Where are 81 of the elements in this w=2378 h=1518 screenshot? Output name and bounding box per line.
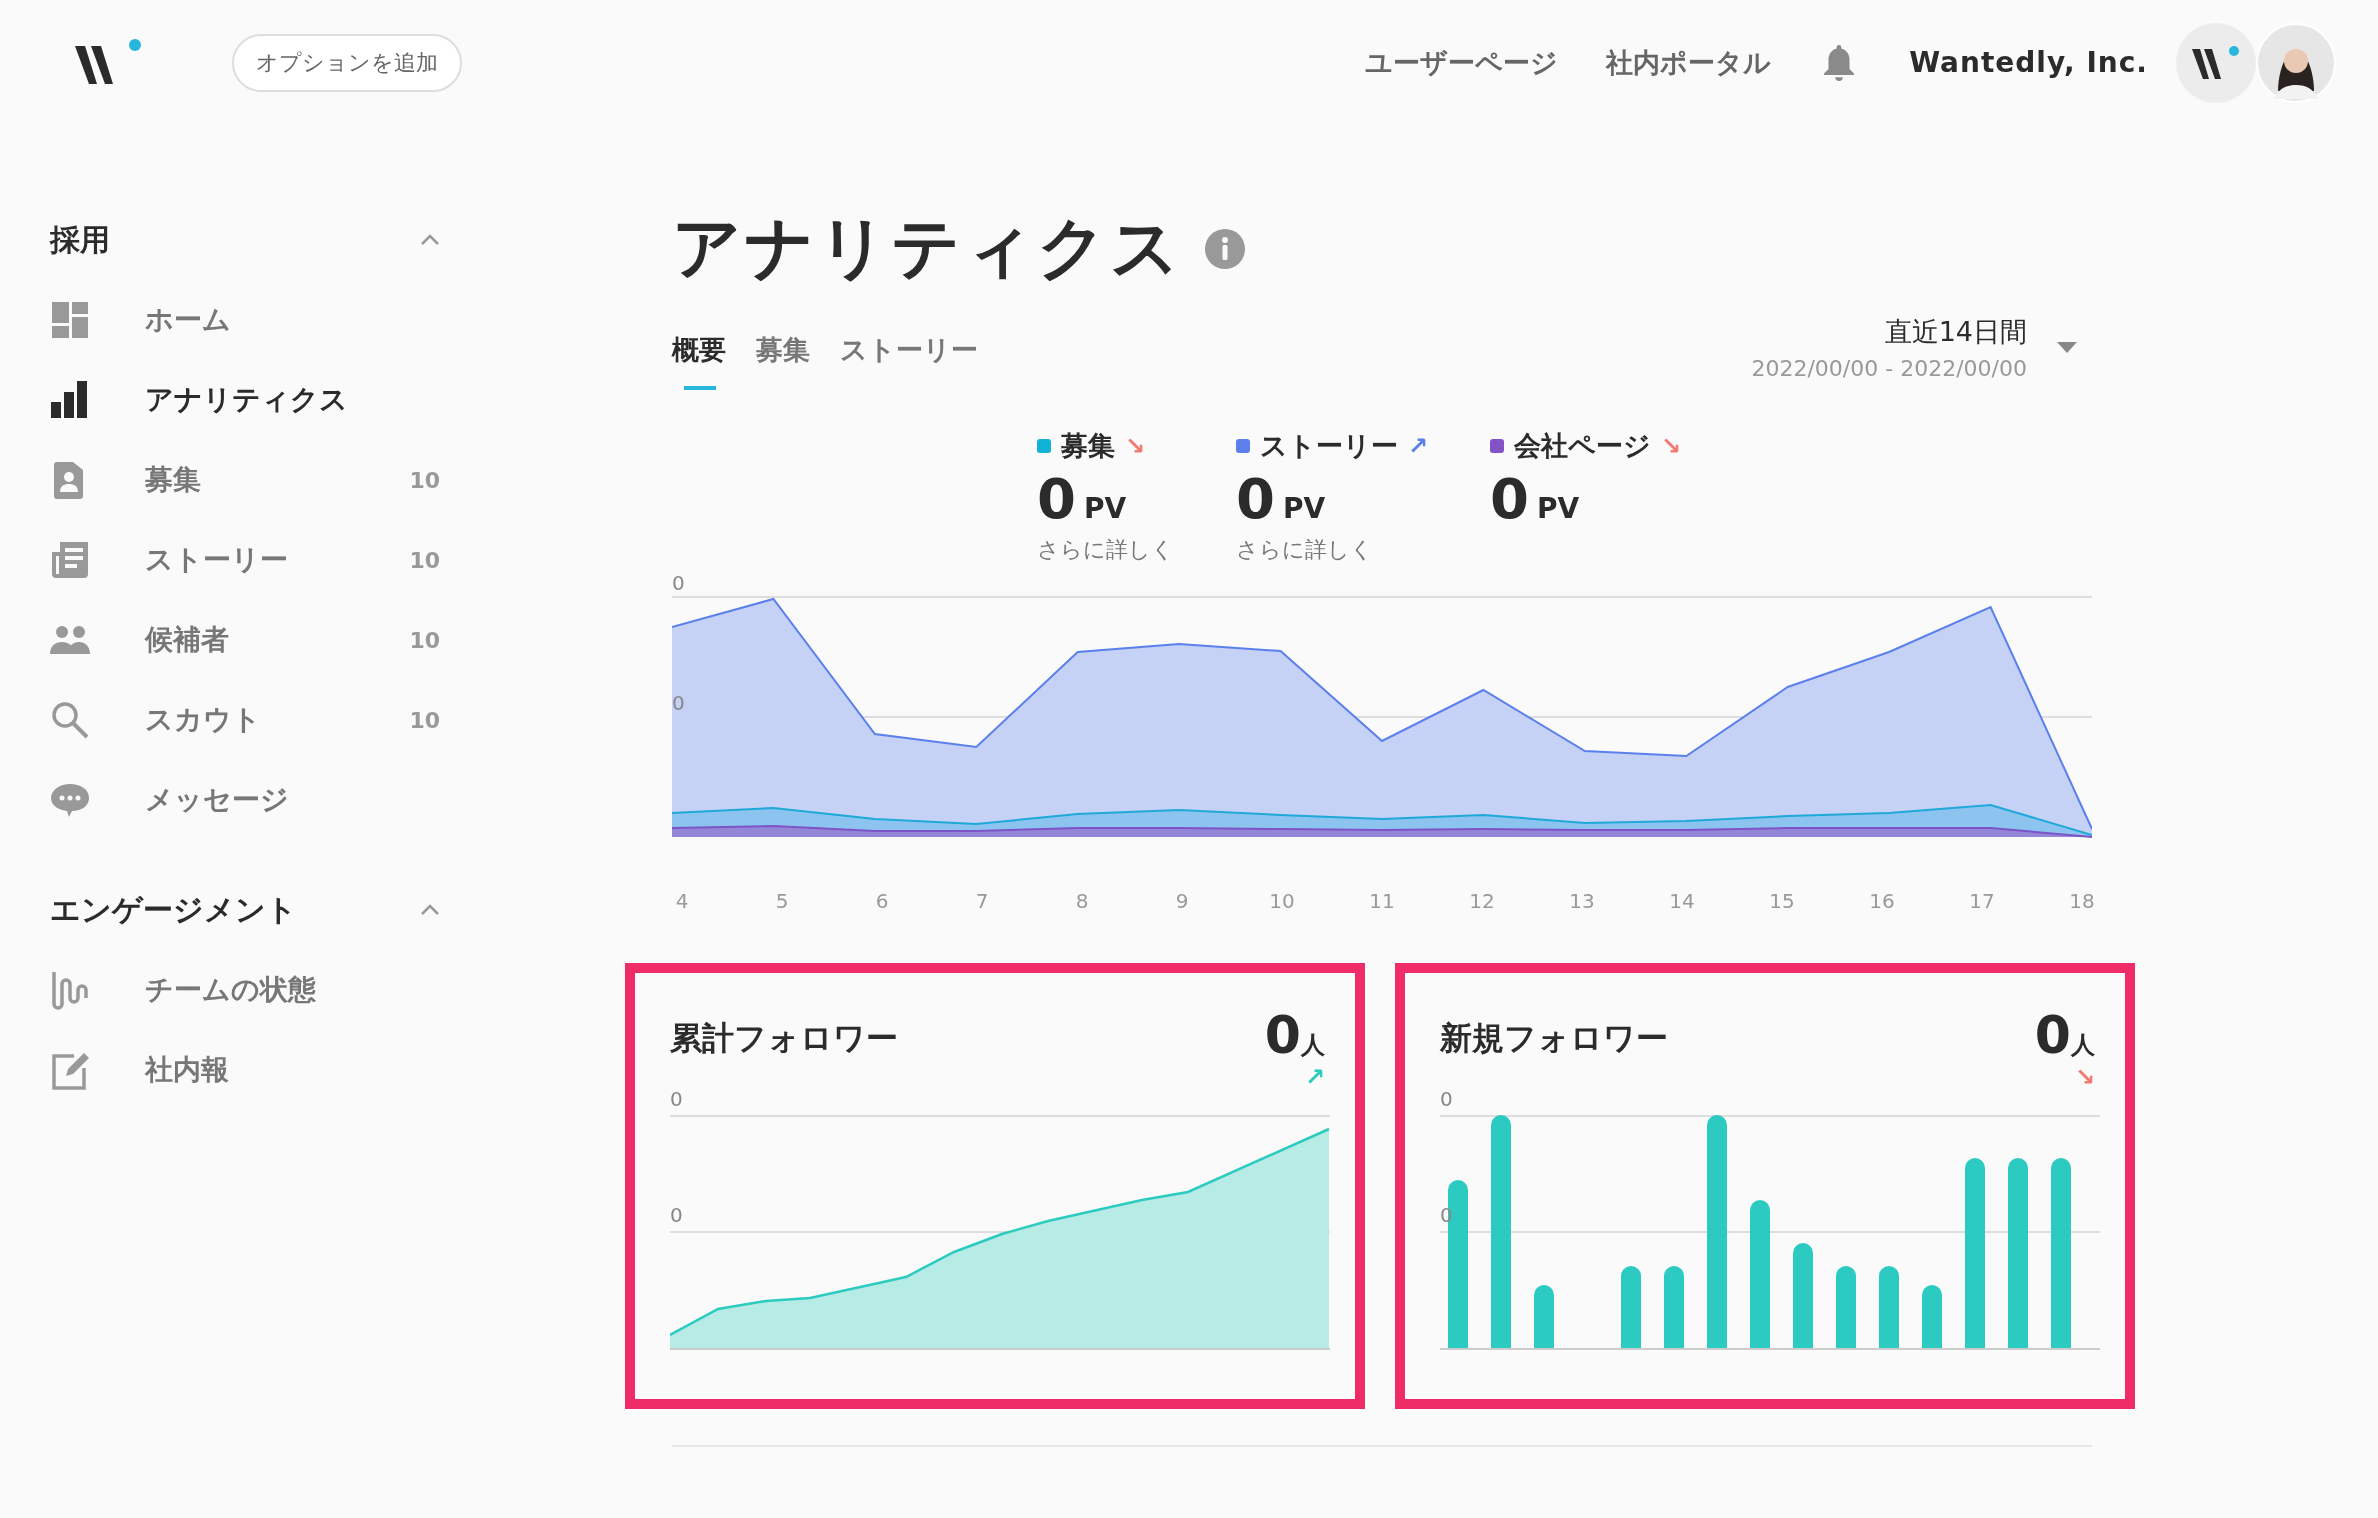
x-tick-label: 6 bbox=[874, 888, 890, 913]
card-title: 新規フォロワー bbox=[1440, 1017, 1668, 1059]
y-tick-label: 0 bbox=[672, 692, 685, 713]
details-link[interactable]: さらに詳しく bbox=[1236, 534, 1429, 565]
item-count: 10 bbox=[409, 627, 440, 653]
user-avatar-icon[interactable] bbox=[2256, 22, 2336, 103]
item-count: 10 bbox=[409, 547, 440, 573]
trend-arrow: ↘ bbox=[2074, 1064, 2095, 1089]
trend-arrow: ↗ bbox=[1408, 434, 1429, 458]
y-tick-label: 0 bbox=[672, 572, 685, 593]
search-icon bbox=[50, 700, 90, 740]
section-title: エンゲージメント bbox=[50, 890, 297, 929]
x-tick-label: 17 bbox=[1968, 888, 1996, 913]
x-tick-label: 14 bbox=[1668, 888, 1696, 913]
x-tick-label: 5 bbox=[774, 888, 790, 913]
nav-link[interactable]: ユーザーページ bbox=[1365, 44, 1559, 81]
wave-icon bbox=[50, 970, 90, 1010]
sidebar-item[interactable]: 社内報 bbox=[50, 1030, 440, 1110]
y-tick-label: 0 bbox=[670, 1204, 683, 1225]
bar bbox=[1922, 1284, 1942, 1349]
card-title: 累計フォロワー bbox=[670, 1017, 898, 1059]
pv-unit: PV bbox=[1282, 492, 1326, 525]
legend-label: 会社ページ bbox=[1514, 429, 1652, 463]
x-tick-label: 11 bbox=[1368, 888, 1396, 913]
add-option-button[interactable]: オプションを追加 bbox=[232, 33, 462, 92]
y-tick-label: 0 bbox=[1440, 1088, 1453, 1109]
sidebar-item[interactable]: 候補者 10 bbox=[50, 600, 440, 680]
chevron-icon[interactable] bbox=[420, 904, 440, 916]
x-tick-label: 12 bbox=[1468, 888, 1496, 913]
x-tick-label: 10 bbox=[1268, 888, 1296, 913]
x-tick-label: 4 bbox=[674, 888, 690, 913]
x-tick-label: 7 bbox=[974, 888, 990, 913]
caret-icon bbox=[2057, 341, 2077, 354]
x-tick-label: 8 bbox=[1074, 888, 1090, 913]
sidebar-item[interactable]: 募集 10 bbox=[50, 440, 440, 520]
sidebar-item[interactable]: アナリティクス bbox=[50, 360, 440, 440]
date-range: 2022/00/00 - 2022/00/00 bbox=[1751, 356, 2027, 381]
pv-unit: PV bbox=[1083, 492, 1127, 525]
count-unit: 人 bbox=[1301, 1030, 1325, 1061]
count-unit: 人 bbox=[2071, 1030, 2095, 1061]
newspaper-icon bbox=[50, 540, 90, 580]
x-tick-label: 16 bbox=[1868, 888, 1896, 913]
sidebar-item[interactable]: ストーリー 10 bbox=[50, 520, 440, 600]
x-tick-label: 15 bbox=[1768, 888, 1796, 913]
y-tick-label: 0 bbox=[670, 1088, 683, 1109]
nav-link[interactable]: 社内ポータル bbox=[1606, 44, 1772, 81]
sidebar-item[interactable]: メッセージ bbox=[50, 760, 440, 840]
pv-value: 0 bbox=[1490, 470, 1530, 529]
x-tick-label: 13 bbox=[1568, 888, 1596, 913]
company-avatar-icon[interactable] bbox=[2176, 22, 2256, 103]
page-title: アナリティクス bbox=[672, 207, 1183, 289]
company-name[interactable]: Wantedly, Inc. bbox=[1909, 46, 2148, 79]
chevron-icon[interactable] bbox=[420, 234, 440, 246]
period-dropdown[interactable]: 直近14日間 2022/00/00 - 2022/00/00 bbox=[1751, 314, 2077, 381]
section-title: 採用 bbox=[50, 220, 110, 259]
pv-value: 0 bbox=[1236, 470, 1275, 529]
trend-arrow: ↘ bbox=[1125, 434, 1146, 458]
sidebar-item[interactable]: ホーム bbox=[50, 280, 440, 360]
pv-value: 0 bbox=[1037, 470, 1076, 529]
legend-label: ストーリー bbox=[1260, 429, 1398, 463]
edit-icon bbox=[50, 1050, 90, 1090]
item-count: 10 bbox=[409, 467, 440, 493]
x-tick-label: 18 bbox=[2068, 888, 2096, 913]
tab[interactable]: ストーリー bbox=[840, 332, 978, 390]
details-link[interactable]: さらに詳しく bbox=[1037, 534, 1174, 565]
follower-count: 0 bbox=[1264, 1008, 1301, 1061]
trend-arrow: ↘ bbox=[1661, 434, 1682, 458]
tab[interactable]: 募集 bbox=[756, 332, 810, 390]
bar bbox=[1534, 1284, 1554, 1349]
dashboard-icon bbox=[50, 300, 90, 340]
trend-arrow: ↗ bbox=[1304, 1064, 1325, 1089]
legend-label: 募集 bbox=[1061, 429, 1115, 463]
bar-chart-icon bbox=[50, 380, 90, 420]
sidebar-item[interactable]: チームの状態 bbox=[50, 950, 440, 1030]
info-icon[interactable] bbox=[1205, 228, 1245, 269]
item-count: 10 bbox=[409, 707, 440, 733]
follower-count: 0 bbox=[2034, 1008, 2071, 1061]
tab[interactable]: 概要 bbox=[672, 332, 726, 390]
x-tick-label: 9 bbox=[1174, 888, 1190, 913]
pv-unit: PV bbox=[1537, 492, 1580, 525]
sidebar-item[interactable]: スカウト 10 bbox=[50, 680, 440, 760]
